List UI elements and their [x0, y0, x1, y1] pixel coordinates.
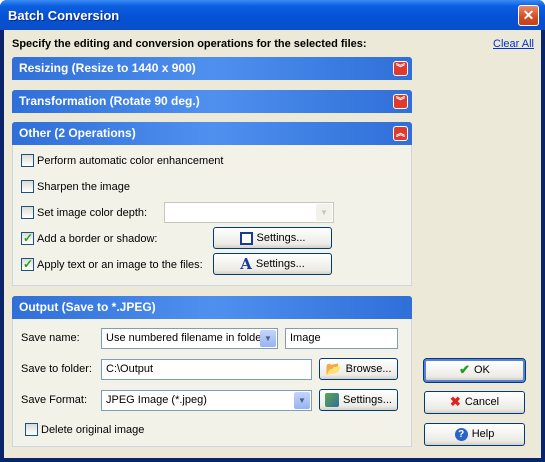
border-square-icon [239, 231, 253, 245]
instructions-heading: Specify the editing and conversion opera… [12, 38, 367, 50]
ok-button[interactable]: ✔ OK [423, 358, 526, 383]
button-label: Settings... [343, 394, 392, 406]
panel-output-body: Save name: Use numbered filename in fold… [12, 319, 412, 447]
close-icon: ✕ [522, 7, 535, 23]
browse-button[interactable]: 📂 Browse... [319, 358, 398, 380]
color-enhancement-checkbox[interactable] [21, 154, 34, 167]
chevron-double-down-icon[interactable]: ︾ [393, 94, 408, 109]
save-folder-label: Save to folder: [21, 363, 92, 375]
sharpen-checkbox[interactable] [21, 180, 34, 193]
border-settings-button[interactable]: Settings... [213, 227, 332, 249]
dialog-window: Batch Conversion ✕ Specify the editing a… [0, 0, 545, 462]
checkmark-icon: ✔ [459, 362, 470, 378]
clear-all-link[interactable]: Clear All [493, 38, 534, 50]
chevron-down-icon[interactable]: ▼ [260, 330, 276, 347]
apply-text-checkbox[interactable] [21, 256, 34, 272]
panel-other-title: Other (2 Operations) [19, 126, 136, 140]
save-name-value: Image [290, 332, 321, 344]
settings-icon [325, 393, 340, 408]
chevron-down-icon[interactable]: ▼ [294, 392, 310, 409]
text-a-icon: A [240, 255, 252, 274]
panel-resizing-header[interactable]: Resizing (Resize to 1440 x 900) ︾ [12, 57, 412, 80]
help-button[interactable]: ? Help [424, 423, 525, 446]
chevron-double-up-icon[interactable]: ︽ [393, 126, 408, 141]
cancel-button[interactable]: ✖ Cancel [424, 391, 525, 414]
title-bar[interactable]: Batch Conversion ✕ [0, 0, 545, 30]
option-label: Perform automatic color enhancement [37, 155, 224, 167]
window-title: Batch Conversion [8, 8, 120, 23]
option-label: Add a border or shadow: [37, 233, 158, 245]
color-depth-checkbox[interactable] [21, 206, 34, 219]
button-label: Settings... [255, 258, 305, 270]
panel-other-body: Perform automatic color enhancement Shar… [12, 145, 412, 286]
button-label: Cancel [464, 396, 500, 408]
chevron-double-down-icon[interactable]: ︾ [393, 61, 408, 76]
save-format-value: JPEG Image (*.jpeg) [106, 394, 207, 406]
chevron-down-icon[interactable]: ▼ [316, 204, 332, 221]
text-settings-button[interactable]: A Settings... [213, 253, 332, 275]
save-name-label: Save name: [21, 332, 80, 344]
button-label: Browse... [345, 363, 392, 375]
format-settings-button[interactable]: Settings... [319, 389, 398, 411]
panel-output-title: Output (Save to *.JPEG) [19, 300, 156, 314]
save-format-select[interactable]: JPEG Image (*.jpeg) ▼ [101, 390, 312, 411]
delete-original-checkbox[interactable] [25, 423, 38, 436]
save-format-label: Save Format: [21, 394, 88, 406]
panel-other-header[interactable]: Other (2 Operations) ︽ [12, 122, 412, 145]
border-checkbox[interactable] [21, 230, 34, 246]
panel-resizing-title: Resizing (Resize to 1440 x 900) [19, 61, 196, 75]
color-depth-select[interactable]: ▼ [164, 202, 334, 223]
button-label: Settings... [256, 232, 306, 244]
panel-transformation-header[interactable]: Transformation (Rotate 90 deg.) ︾ [12, 90, 412, 113]
option-label: Sharpen the image [37, 181, 130, 193]
folder-icon: 📂 [325, 361, 342, 377]
button-label: Help [471, 428, 495, 440]
option-label: Delete original image [41, 424, 145, 436]
option-label: Apply text or an image to the files: [37, 259, 203, 271]
x-icon: ✖ [449, 394, 461, 410]
save-folder-input[interactable]: C:\Output [101, 359, 312, 380]
button-label: OK [474, 364, 490, 376]
close-button[interactable]: ✕ [518, 5, 539, 26]
help-icon: ? [454, 427, 468, 441]
save-name-mode-select[interactable]: Use numbered filename in folder ▼ [101, 328, 278, 349]
option-label: Set image color depth: [37, 207, 148, 219]
save-name-mode-value: Use numbered filename in folder [106, 332, 265, 344]
panel-output-header: Output (Save to *.JPEG) [12, 296, 412, 319]
dialog-client-area: Specify the editing and conversion opera… [4, 30, 541, 458]
panel-transformation-title: Transformation (Rotate 90 deg.) [19, 94, 200, 108]
save-name-input[interactable]: Image [285, 328, 398, 349]
save-folder-value: C:\Output [106, 363, 154, 375]
